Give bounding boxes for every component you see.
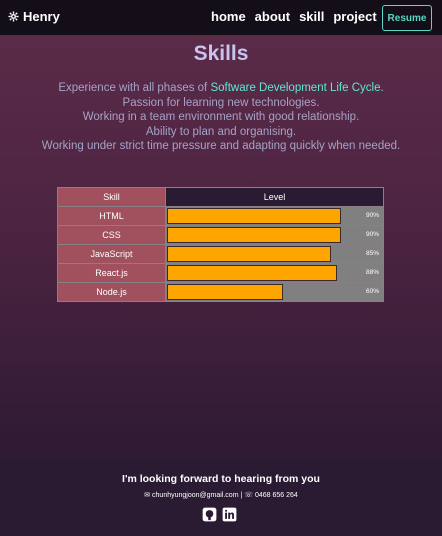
- table-row: React.js 88%: [57, 263, 384, 283]
- intro-line-5: Working under strict time pressure and a…: [41, 140, 401, 153]
- phone-icon: ☏: [244, 492, 254, 499]
- email-icon: ✉: [144, 492, 151, 499]
- resume-button[interactable]: Resume: [382, 5, 432, 31]
- skill-level-cell: 90%: [165, 225, 384, 245]
- progress-label: 88%: [365, 269, 379, 276]
- nav-link-skill[interactable]: skill: [299, 9, 324, 24]
- sdlc-highlight: Software Development Life Cycle.: [210, 82, 384, 94]
- table-body: HTML 90% CSS 90% JavaScript 85% React.js 88% Nod…: [57, 206, 384, 302]
- nav-link-about[interactable]: about: [255, 9, 290, 24]
- linkedin-icon[interactable]: [222, 507, 237, 522]
- skill-name: JavaScript: [57, 244, 166, 264]
- skill-name: HTML: [57, 206, 166, 226]
- progress-bar: [167, 227, 341, 243]
- skills-section: Skills Experience with all phases of Sof…: [0, 35, 442, 460]
- footer-phone[interactable]: 0468 656 264: [255, 492, 298, 499]
- table-row: CSS 90%: [57, 225, 384, 245]
- table-row: Node.js 60%: [57, 282, 384, 302]
- progress-track: [167, 284, 360, 300]
- intro-line-4: Ability to plan and organising.: [145, 125, 297, 138]
- table-row: HTML 90%: [57, 206, 384, 226]
- progress-label: 85%: [365, 250, 379, 257]
- progress-track: [167, 227, 360, 243]
- table-row: JavaScript 85%: [57, 244, 384, 264]
- social-icons: [202, 507, 237, 522]
- progress-bar: [167, 208, 341, 224]
- footer-contact: ✉ chunhyungjoon@gmail.com | ☏ 0468 656 2…: [0, 491, 442, 499]
- skill-level-cell: 90%: [165, 206, 384, 226]
- skill-level-cell: 85%: [165, 244, 384, 264]
- nav-link-home[interactable]: home: [211, 9, 246, 24]
- progress-bar: [167, 246, 332, 262]
- navbar: Henry home about skill project Resume: [0, 0, 442, 35]
- gear-icon: [8, 11, 19, 22]
- progress-bar: [167, 265, 337, 281]
- progress-track: [167, 246, 360, 262]
- footer-title: I'm looking forward to hearing from you: [122, 473, 320, 485]
- skill-name: React.js: [57, 263, 166, 283]
- header-level: Level: [165, 187, 384, 207]
- skill-level-cell: 60%: [165, 282, 384, 302]
- progress-label: 90%: [365, 212, 379, 219]
- footer-email[interactable]: chunhyungjoon@gmail.com: [152, 492, 239, 499]
- progress-track: [167, 265, 360, 281]
- page: Henry home about skill project Resume Sk…: [0, 0, 442, 536]
- nav-links: home about skill project: [211, 9, 377, 24]
- nav-link-project[interactable]: project: [333, 9, 376, 24]
- progress-track: [167, 208, 360, 224]
- footer: I'm looking forward to hearing from you …: [0, 460, 442, 536]
- progress-label: 90%: [365, 231, 379, 238]
- skill-name: Node.js: [57, 282, 166, 302]
- intro-line-2: Passion for learning new technologies.: [122, 96, 320, 109]
- intro-prefix: Experience with all phases of: [58, 82, 211, 94]
- intro-text: Experience with all phases of Software D…: [0, 81, 442, 154]
- skills-table: Skill Level HTML 90% CSS 90% JavaScript 85% Re…: [57, 187, 384, 302]
- progress-bar: [167, 284, 283, 300]
- intro-line-3: Working in a team environment with good …: [82, 111, 360, 124]
- table-header-row: Skill Level: [57, 187, 384, 207]
- intro-line-1: Experience with all phases of Software D…: [0, 81, 442, 96]
- section-title: Skills: [193, 42, 249, 65]
- github-icon[interactable]: [202, 507, 217, 522]
- skill-level-cell: 88%: [165, 263, 384, 283]
- progress-label: 60%: [365, 288, 379, 295]
- brand-logo[interactable]: Henry: [8, 9, 60, 24]
- skill-name: CSS: [57, 225, 166, 245]
- header-skill: Skill: [57, 187, 166, 207]
- brand-name: Henry: [23, 9, 60, 24]
